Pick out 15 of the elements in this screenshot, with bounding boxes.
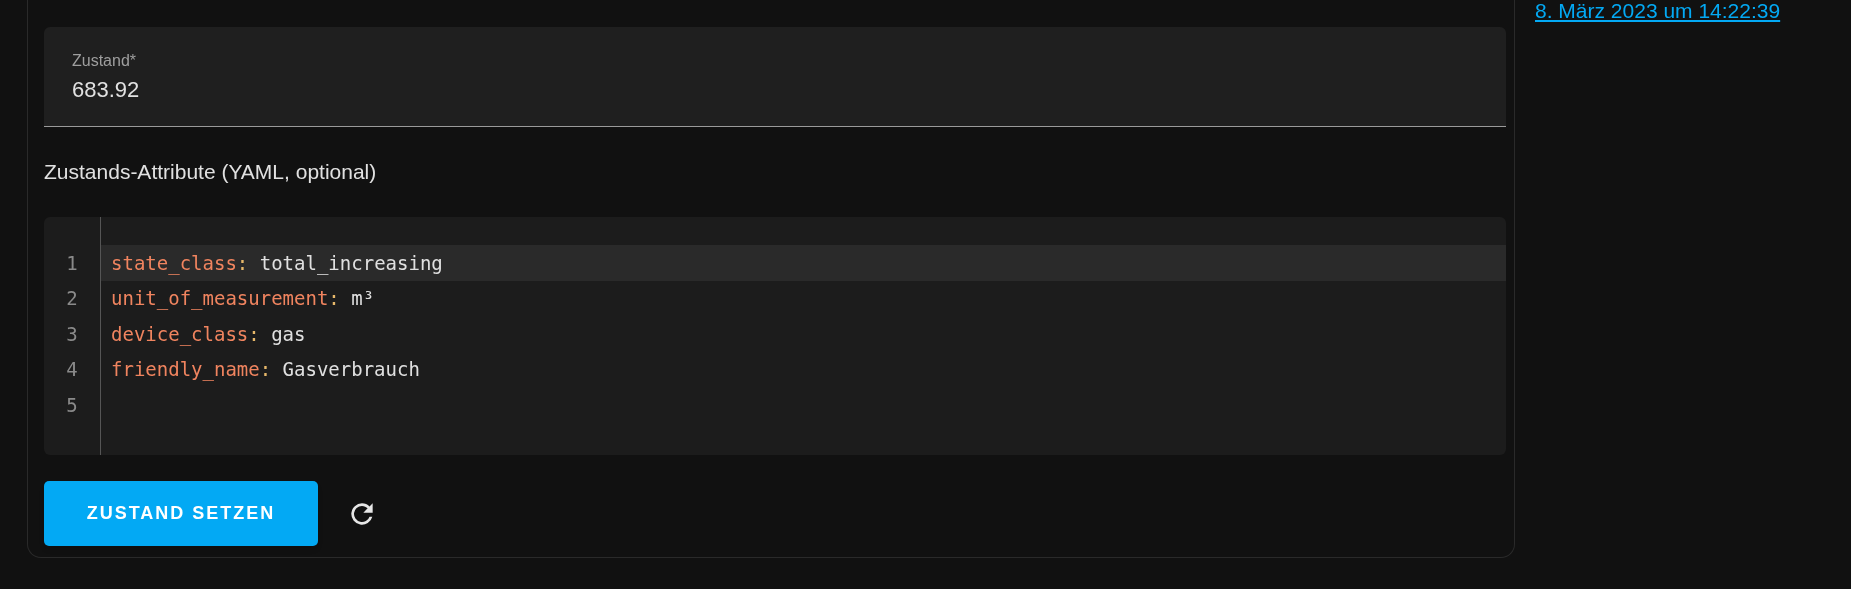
code-editor[interactable]: 1 2 3 4 5 state_class: total_increasing unit_of_measurement: m³ device_class: gas friendly_name: Gasverbrauch <box>44 217 1506 455</box>
code-text: friendly_name: Gasverbrauch <box>111 357 420 383</box>
state-field[interactable]: Zustand* 683.92 <box>44 27 1506 127</box>
code-text: state_class: total_increasing <box>111 250 443 277</box>
code-text: unit_of_measurement: m³ <box>111 286 375 312</box>
code-text: device_class: gas <box>111 321 306 348</box>
section-heading: Zustands-Attribute (YAML, optional) <box>44 159 377 186</box>
timestamp-link[interactable]: 8. März 2023 um 14:22:39 <box>1535 0 1781 22</box>
line-number: 1 <box>66 250 78 276</box>
line-number: 2 <box>66 286 78 311</box>
line-number: 5 <box>66 392 78 418</box>
field-value: 683.92 <box>72 76 141 104</box>
line-number: 4 <box>66 357 78 382</box>
field-label: Zustand* <box>72 51 138 71</box>
line-number: 3 <box>66 321 78 347</box>
